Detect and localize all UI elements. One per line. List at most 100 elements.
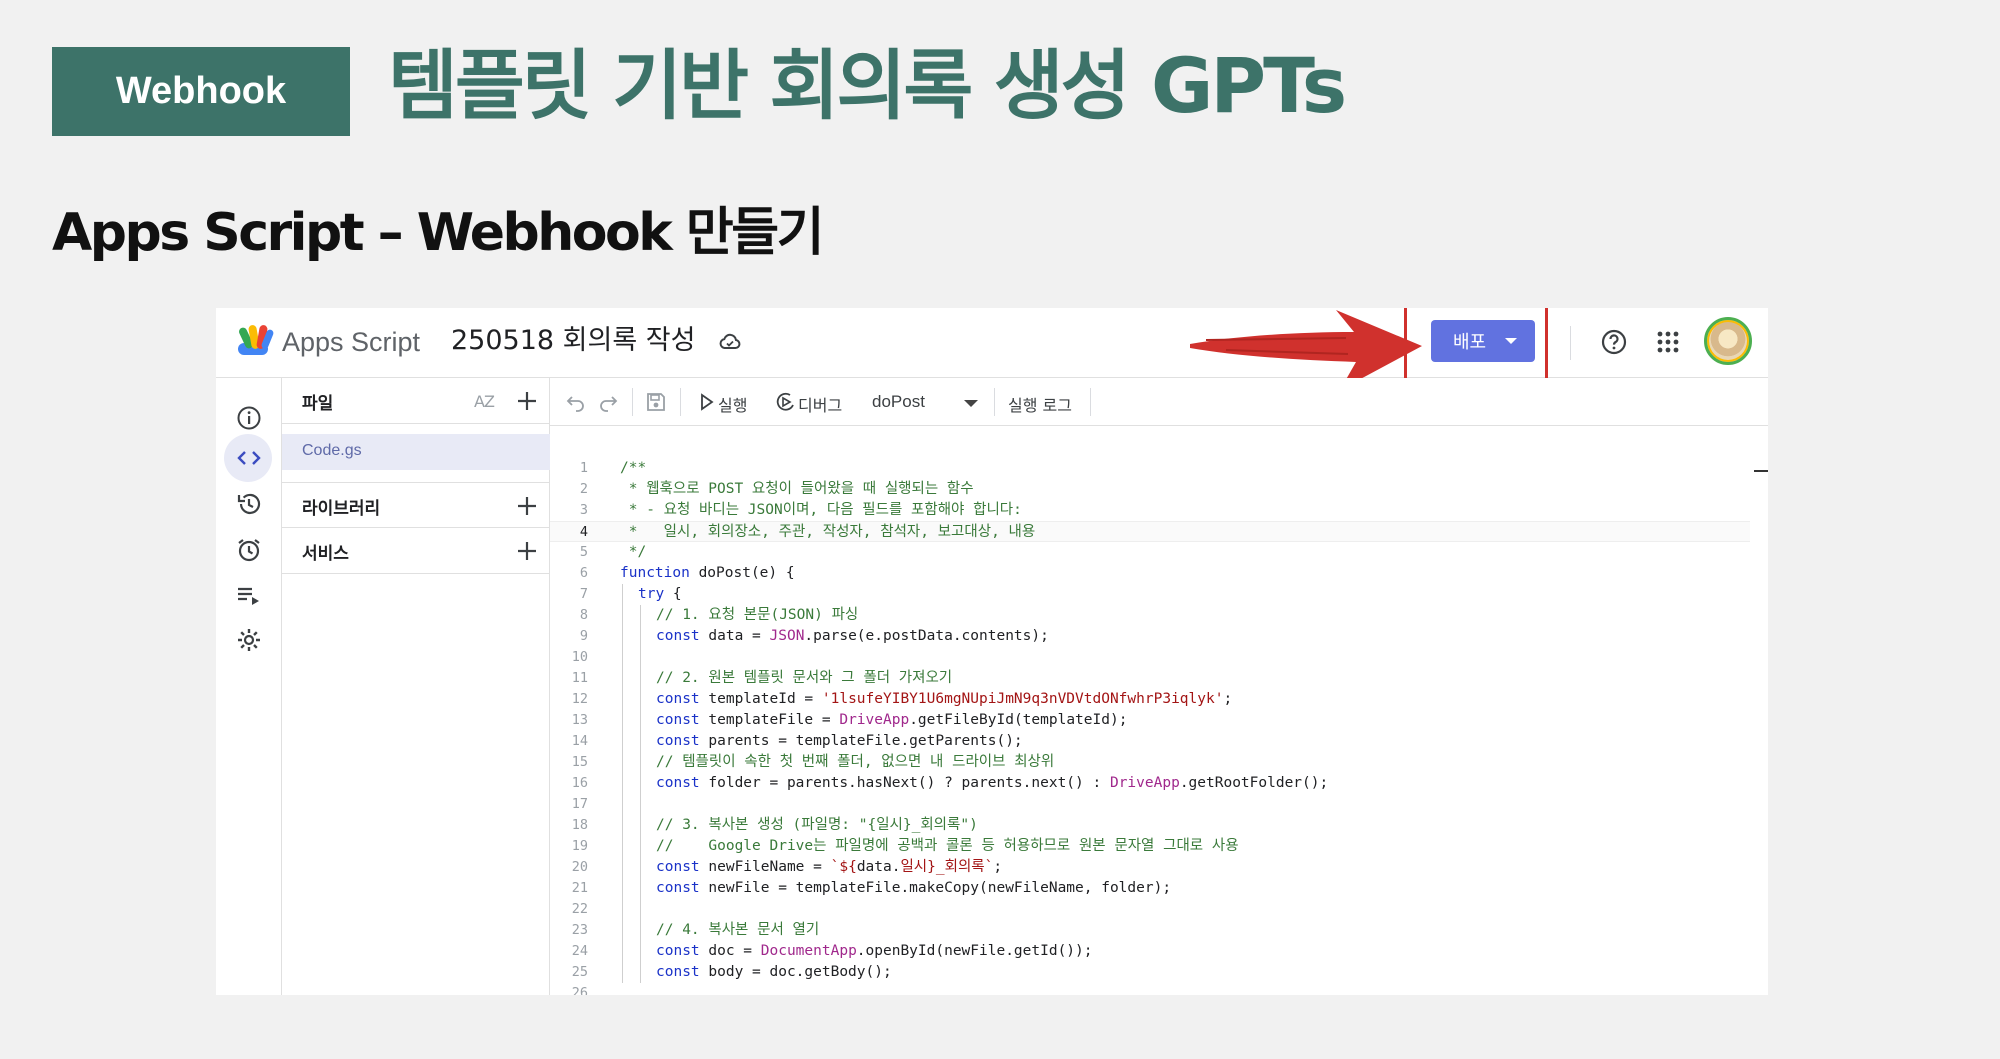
code-line[interactable]: 11 // 2. 원본 템플릿 문서와 그 폴더 가져오기 (550, 668, 1750, 689)
code-line[interactable]: 25 const body = doc.getBody(); (550, 962, 1750, 983)
line-number: 12 (571, 691, 588, 707)
indent-guide (622, 920, 623, 941)
indent-guide (622, 689, 623, 710)
code-line[interactable]: 16 const folder = parents.hasNext() ? par… (550, 773, 1750, 794)
line-number: 2 (579, 481, 588, 497)
deploy-button[interactable]: 배포 (1431, 320, 1535, 362)
line-number: 19 (571, 838, 588, 854)
code-token: try (638, 586, 665, 602)
code-editor[interactable]: 1/** 2 * 웹훅으로 POST 요청이 들어왔을 때 실행되는 함수 3 * … (550, 426, 1768, 995)
run-button[interactable]: 실행 (718, 392, 747, 416)
code-text: // 템플릿이 속한 첫 번째 폴더, 없으면 내 드라이브 최상위 (656, 752, 1054, 773)
code-token: // 1. 요청 본문(JSON) 파싱 (656, 607, 859, 623)
code-token: // 2. 원본 템플릿 문서와 그 폴더 가져오기 (656, 670, 953, 686)
executions-icon[interactable] (235, 582, 263, 610)
code-line[interactable]: 1 /** (550, 458, 1750, 479)
avatar[interactable] (1704, 317, 1752, 365)
code-token: newFile = templateFile.makeCopy(newFileN… (699, 880, 1172, 896)
line-number: 20 (571, 859, 588, 875)
indent-guide (640, 731, 641, 752)
code-line[interactable]: 3 * - 요청 바디는 JSON이며, 다음 필드를 포함해야 합니다: (550, 500, 1750, 521)
code-text: // 2. 원본 템플릿 문서와 그 폴더 가져오기 (656, 668, 952, 689)
code-text: // 3. 복사본 생성 (파일명: "{일시}_회의록") (656, 815, 978, 836)
code-text: // 4. 복사본 문서 열기 (656, 920, 819, 941)
code-icon[interactable] (235, 444, 263, 472)
info-icon[interactable] (235, 404, 263, 432)
code-line[interactable]: 13 const templateFile = DriveApp.getFileB… (550, 710, 1750, 731)
history-icon[interactable] (235, 490, 263, 518)
line-number: 3 (579, 502, 588, 518)
project-name[interactable]: 250518 회의록 작성 (451, 323, 695, 359)
save-icon[interactable] (646, 392, 666, 412)
undo-icon[interactable] (566, 392, 586, 412)
code-line[interactable]: 18 // 3. 복사본 생성 (파일명: "{일시}_회의록") (550, 815, 1750, 836)
code-token: { (664, 586, 682, 602)
code-line[interactable]: 15 // 템플릿이 속한 첫 번째 폴더, 없으면 내 드라이브 최상위 (550, 752, 1750, 773)
code-line[interactable]: 20 const newFileName = `${data.일시}_회의록`; (550, 857, 1750, 878)
code-line[interactable]: 26 (550, 983, 1750, 995)
code-line[interactable]: 9 const data = JSON.parse(e.postData.cont… (550, 626, 1750, 647)
code-line[interactable]: 23 // 4. 복사본 문서 열기 (550, 920, 1750, 941)
chevron-down-icon[interactable] (964, 400, 978, 407)
add-file-icon[interactable] (516, 390, 538, 412)
add-library-icon[interactable] (516, 495, 538, 517)
scroll-marker (1754, 470, 1768, 472)
line-number: 24 (571, 943, 588, 959)
execution-log-button[interactable]: 실행 로그 (1008, 392, 1072, 416)
code-line[interactable]: 2 * 웹훅으로 POST 요청이 들어왔을 때 실행되는 함수 (550, 479, 1750, 500)
settings-icon[interactable] (235, 626, 263, 654)
line-number: 6 (579, 565, 588, 581)
code-line[interactable]: 6 function doPost(e) { (550, 563, 1750, 584)
indent-guide (622, 836, 623, 857)
indent-guide (622, 962, 623, 983)
services-label: 서비스 (302, 544, 349, 564)
redo-icon[interactable] (598, 392, 618, 412)
code-line[interactable]: 7 try { (550, 584, 1750, 605)
code-text: const folder = parents.hasNext() ? paren… (656, 773, 1328, 794)
code-line[interactable]: 10 (550, 647, 1750, 668)
google-apps-icon[interactable] (1656, 330, 1680, 354)
code-line[interactable]: 14 const parents = templateFile.getParent… (550, 731, 1750, 752)
indent-guide (622, 773, 623, 794)
alarm-icon[interactable] (235, 536, 263, 564)
code-token: // 4. 복사본 문서 열기 (656, 922, 820, 938)
code-line[interactable]: 19 // Google Drive는 파일명에 공백과 콜론 등 허용하므로 원… (550, 836, 1750, 857)
code-text: try { (638, 584, 682, 605)
code-token: doPost(e) { (689, 565, 795, 581)
code-line[interactable]: 8 // 1. 요청 본문(JSON) 파싱 (550, 605, 1750, 626)
line-number: 16 (571, 775, 588, 791)
slide-title: 템플릿 기반 회의록 생성 GPTs (388, 41, 1347, 130)
code-token: '1lsufeYIBY1U6mgNUpiJmN9q3nVDVtdONfwhrP3… (821, 691, 1224, 707)
line-number: 25 (571, 964, 588, 980)
divider (1570, 326, 1571, 360)
code-line[interactable]: 17 (550, 794, 1750, 815)
code-line[interactable]: 22 (550, 899, 1750, 920)
code-token: DriveApp (839, 712, 910, 728)
code-line[interactable]: 4 * 일시, 회의장소, 주관, 작성자, 참석자, 보고대상, 내용 (550, 521, 1750, 542)
line-number: 10 (571, 649, 588, 665)
add-service-icon[interactable] (516, 540, 538, 562)
code-line[interactable]: 21 const newFile = templateFile.makeCopy(… (550, 878, 1750, 899)
code-token: function (620, 565, 690, 581)
code-text: const body = doc.getBody(); (656, 962, 892, 983)
code-line[interactable]: 12 const templateId = '1lsufeYIBY1U6mgNUp… (550, 689, 1750, 710)
line-number: 14 (571, 733, 588, 749)
debug-icon (776, 392, 794, 411)
indent-guide (622, 647, 623, 668)
sort-az-icon[interactable]: AZ (474, 392, 495, 411)
indent-guide (622, 605, 623, 626)
code-line[interactable]: 5 */ (550, 542, 1750, 563)
function-select[interactable]: doPost (872, 392, 925, 412)
code-token: .getFileById(templateId); (909, 712, 1128, 728)
code-text: * - 요청 바디는 JSON이며, 다음 필드를 포함해야 합니다: (620, 500, 1022, 521)
line-number: 21 (571, 880, 588, 896)
indent-guide (640, 962, 641, 983)
toolbar-divider (1090, 388, 1091, 416)
code-line[interactable]: 24 const doc = DocumentApp.openById(newFi… (550, 941, 1750, 962)
help-icon[interactable] (1600, 328, 1628, 356)
indent-guide (622, 899, 623, 920)
indent-guide (640, 752, 641, 773)
apps-script-logo-icon (238, 325, 274, 355)
debug-button[interactable]: 디버그 (798, 392, 842, 416)
file-item-code-gs[interactable]: Code.gs (282, 434, 550, 470)
